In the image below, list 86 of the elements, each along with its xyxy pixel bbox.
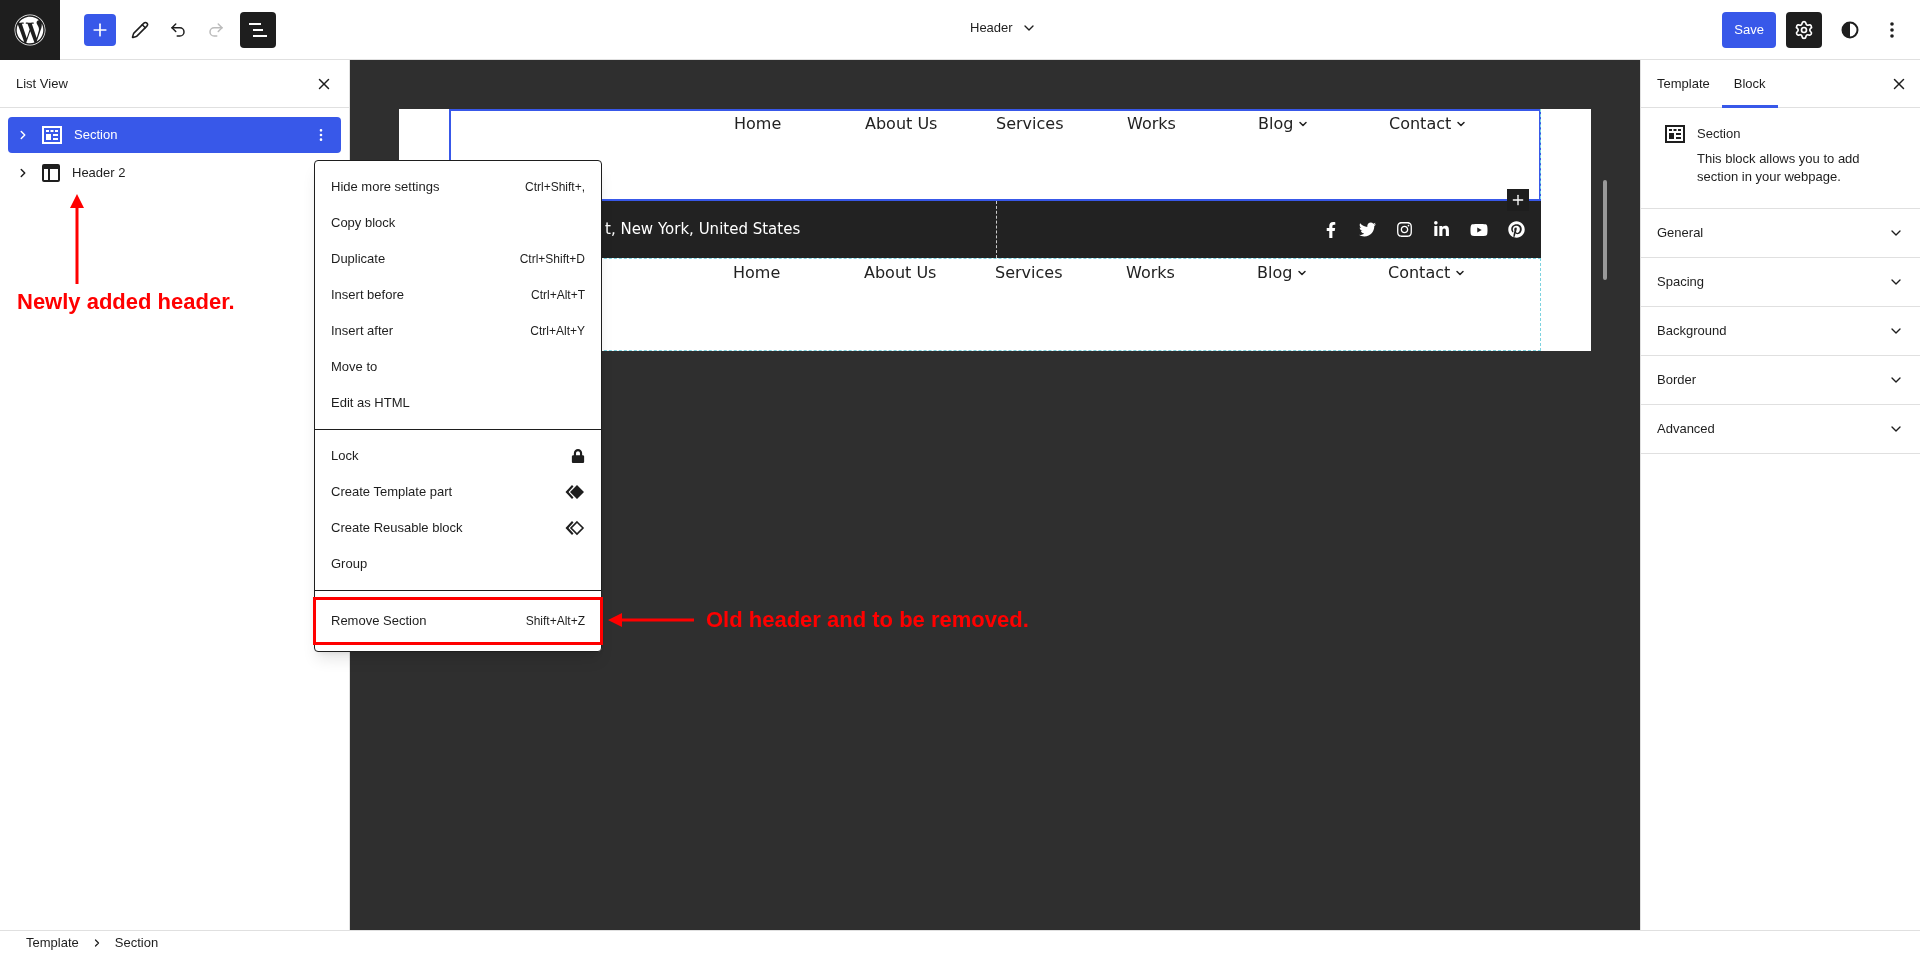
menu-item-label: Insert after bbox=[331, 322, 394, 341]
nav-link[interactable]: Blog bbox=[1258, 112, 1294, 136]
wordpress-logo-icon bbox=[14, 13, 46, 46]
redo-icon bbox=[207, 20, 225, 39]
panel-label: Spacing bbox=[1657, 272, 1704, 291]
annotation-text: Newly added header. bbox=[17, 288, 235, 316]
menu-item[interactable]: Edit as HTML bbox=[315, 385, 601, 421]
kebab-menu-icon bbox=[1890, 21, 1894, 38]
half-circle-icon bbox=[1841, 20, 1859, 39]
nav-link[interactable]: Services bbox=[996, 112, 1064, 136]
panel-toggle[interactable]: Border bbox=[1641, 355, 1920, 405]
add-block-button[interactable] bbox=[1507, 189, 1529, 211]
panel-label: Border bbox=[1657, 370, 1697, 389]
nav-link[interactable]: Contact bbox=[1388, 261, 1451, 285]
nav-link[interactable]: Blog bbox=[1257, 261, 1293, 285]
nav-link[interactable]: Contact bbox=[1389, 112, 1452, 136]
table-block-icon bbox=[42, 126, 62, 144]
panel-label: Background bbox=[1657, 321, 1727, 340]
nav-link[interactable]: About Us bbox=[864, 261, 937, 285]
layout-block-icon bbox=[42, 164, 60, 182]
document-title[interactable]: Header bbox=[970, 18, 1013, 38]
menu-item-label: Duplicate bbox=[331, 250, 386, 269]
address-text: t, New York, United States bbox=[604, 219, 802, 241]
settings-button[interactable] bbox=[1786, 11, 1822, 48]
block-description: This block allows you to add section in your webpage. bbox=[1697, 149, 1861, 186]
keyboard-shortcut: Ctrl+Alt+T bbox=[531, 287, 585, 304]
menu-item-label: Insert before bbox=[331, 286, 404, 305]
instagram-icon[interactable] bbox=[1396, 221, 1413, 238]
panel-title: List View bbox=[16, 74, 68, 93]
menu-item-label: Hide more settings bbox=[331, 178, 440, 197]
sidebar-tab[interactable]: Template bbox=[1645, 59, 1722, 108]
sidebar-tab[interactable]: Block bbox=[1721, 59, 1778, 108]
nav-link[interactable]: Services bbox=[995, 261, 1063, 285]
menu-item[interactable]: Copy block bbox=[315, 205, 601, 241]
panel-toggle[interactable]: General bbox=[1641, 208, 1920, 258]
pinterest-icon[interactable] bbox=[1508, 221, 1525, 238]
menu-item-label: Copy block bbox=[331, 214, 396, 233]
menu-item[interactable]: Create Reusable block bbox=[315, 510, 601, 546]
menu-item[interactable]: Group bbox=[315, 546, 601, 582]
lock-icon bbox=[571, 449, 585, 463]
twitter-icon[interactable] bbox=[1359, 221, 1376, 238]
breadcrumb-item[interactable]: Template bbox=[26, 933, 79, 953]
menu-item-label: Edit as HTML bbox=[331, 394, 410, 413]
add-block-button[interactable] bbox=[84, 13, 116, 46]
breadcrumb-item[interactable]: Section bbox=[114, 933, 159, 953]
undo-icon bbox=[169, 20, 187, 39]
keyboard-shortcut: Ctrl+Shift+, bbox=[524, 179, 585, 196]
pencil-icon bbox=[131, 20, 149, 39]
plus-icon bbox=[1510, 192, 1526, 208]
panel-label: General bbox=[1657, 223, 1704, 242]
menu-item-label: Remove Section bbox=[331, 612, 427, 631]
nav-link[interactable]: Works bbox=[1126, 261, 1175, 285]
block-title: Section bbox=[1697, 125, 1742, 143]
site-logo-button[interactable] bbox=[0, 0, 60, 60]
menu-item[interactable]: Lock bbox=[315, 438, 601, 474]
list-view-button[interactable] bbox=[240, 11, 276, 48]
menu-item[interactable]: Create Template part bbox=[315, 474, 601, 510]
panel-toggle[interactable]: Background bbox=[1641, 306, 1920, 356]
save-button[interactable]: Save bbox=[1722, 11, 1776, 48]
settings-icon bbox=[1794, 19, 1814, 40]
menu-item-label: Create Template part bbox=[331, 483, 453, 502]
nav-link[interactable]: About Us bbox=[865, 112, 938, 136]
table-block-icon bbox=[1665, 125, 1685, 143]
menu-item-label: Create Reusable block bbox=[331, 519, 463, 538]
nav-link[interactable]: Works bbox=[1127, 112, 1176, 136]
keyboard-shortcut: Ctrl+Alt+Y bbox=[530, 323, 585, 340]
list-view-icon bbox=[249, 21, 267, 38]
linkedin-icon[interactable] bbox=[1433, 221, 1450, 238]
item-label: Header 2 bbox=[72, 164, 126, 183]
annotation-text: Old header and to be removed. bbox=[706, 606, 1029, 634]
menu-item-label: Lock bbox=[331, 447, 359, 466]
filled-diamond-icon bbox=[565, 484, 585, 500]
nav-link[interactable]: Home bbox=[734, 112, 782, 136]
menu-item[interactable]: Move to bbox=[315, 349, 601, 385]
menu-item[interactable]: Remove Section Shift+Alt+Z bbox=[315, 599, 601, 643]
keyboard-shortcut: Shift+Alt+Z bbox=[525, 613, 585, 630]
outline-diamond-icon bbox=[565, 520, 585, 536]
menu-item-label: Move to bbox=[331, 358, 378, 377]
nav-link[interactable]: Home bbox=[733, 261, 781, 285]
panel-label: Advanced bbox=[1657, 419, 1715, 438]
item-label: Section bbox=[74, 126, 118, 145]
list-view-item[interactable]: Header 2 bbox=[8, 155, 138, 191]
panel-toggle[interactable]: Spacing bbox=[1641, 257, 1920, 307]
menu-item-label: Group bbox=[331, 555, 368, 574]
list-view-item[interactable]: Section bbox=[8, 117, 341, 153]
panel-toggle[interactable]: Advanced bbox=[1641, 404, 1920, 454]
